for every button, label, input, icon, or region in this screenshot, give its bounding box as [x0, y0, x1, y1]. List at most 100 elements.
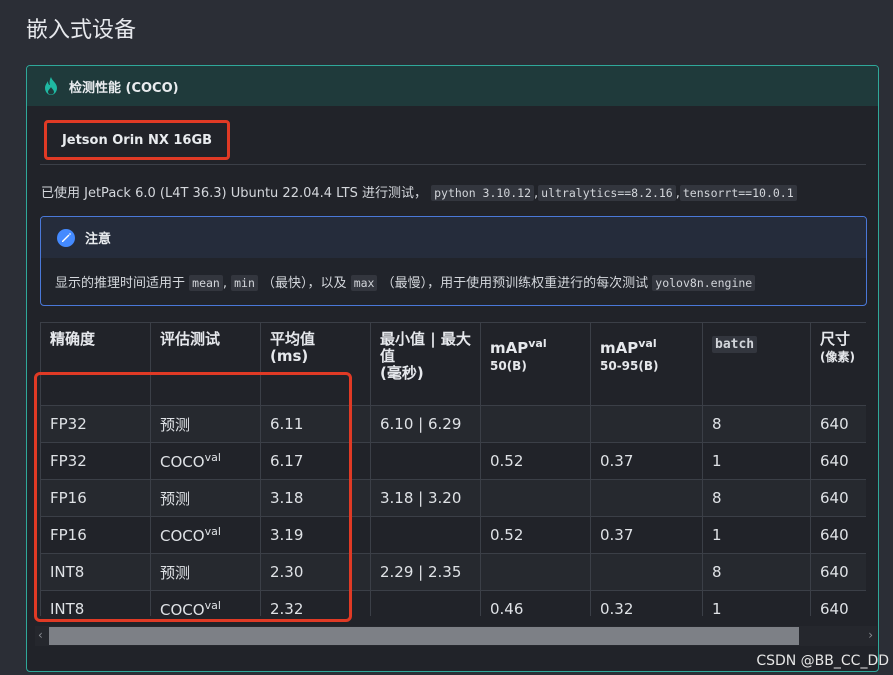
col-minmax-unit: (毫秒) [380, 364, 424, 382]
cell-minmax [370, 516, 481, 554]
cell-size: 640 [810, 442, 866, 480]
col-map50[interactable]: mAPval 50(B) [480, 322, 591, 406]
description-text: 已使用 JetPack 6.0 (L4T 36.3) Ubuntu 22.04.… [41, 186, 427, 201]
cell-eval: 预测 [150, 405, 261, 443]
cell-precision: INT8 [40, 553, 151, 591]
cell-precision: FP16 [40, 516, 151, 554]
pencil-icon [57, 228, 75, 247]
col-map5095-sup: val [638, 337, 657, 350]
max-code: max [350, 275, 378, 291]
coco-label: COCO [160, 453, 205, 471]
coco-sup: val [204, 599, 221, 612]
cell-size: 640 [810, 479, 866, 517]
note-text: 显示的推理时间适用于 [55, 276, 186, 291]
table-row: FP16 COCOval 3.19 0.52 0.37 1 640 [40, 516, 866, 554]
cell-precision: FP32 [40, 442, 151, 480]
note-admonition: 注意 显示的推理时间适用于 mean, min （最快），以及 max （最慢）… [40, 216, 867, 306]
cell-mean: 6.17 [260, 442, 371, 480]
cell-eval: COCOval [150, 516, 261, 554]
horizontal-scrollbar[interactable]: ‹ › [35, 626, 877, 646]
cell-map5095 [590, 405, 703, 443]
scroll-right-icon[interactable]: › [868, 628, 873, 642]
page-title: 嵌入式设备 [26, 18, 137, 43]
col-size[interactable]: 尺寸 (像素) [810, 322, 866, 406]
table-row: INT8 COCOval 2.32 0.46 0.32 1 640 [40, 590, 866, 616]
cell-map5095: 0.37 [590, 516, 703, 554]
card-title: 检测性能 (COCO) [69, 80, 179, 96]
tab-jetson-orin-nx[interactable]: Jetson Orin NX 16GB [44, 120, 230, 160]
col-minmax[interactable]: 最小值 | 最大值 (毫秒) [370, 322, 481, 406]
col-map5095[interactable]: mAPval 50-95(B) [590, 322, 703, 406]
scroll-thumb[interactable] [49, 627, 799, 645]
cell-eval: COCOval [150, 442, 261, 480]
col-mean[interactable]: 平均值 (ms) [260, 322, 371, 406]
col-batch[interactable]: batch [702, 322, 811, 406]
mean-code: mean [189, 275, 223, 291]
cell-mean: 3.19 [260, 516, 371, 554]
cell-minmax [370, 442, 481, 480]
note-title: 注意 [85, 232, 112, 247]
cell-batch: 1 [702, 590, 811, 616]
col-precision[interactable]: 精确度 [40, 322, 151, 406]
ultralytics-version-code: ultralytics==8.2.16 [538, 185, 676, 201]
coco-sup: val [204, 525, 221, 538]
tab-bar: Jetson Orin NX 16GB [40, 116, 866, 165]
coco-label: COCO [160, 527, 205, 545]
cell-map5095 [590, 479, 703, 517]
flame-icon [45, 77, 57, 95]
col-map50-label: mAP [490, 339, 529, 357]
col-batch-label: batch [712, 336, 758, 353]
cell-map5095: 0.37 [590, 442, 703, 480]
cell-batch: 1 [702, 516, 811, 554]
cell-map50 [480, 553, 591, 591]
coco-sup: val [204, 451, 221, 464]
min-code: min [231, 275, 258, 291]
cell-eval: 预测 [150, 553, 261, 591]
cell-mean: 6.11 [260, 405, 371, 443]
col-eval[interactable]: 评估测试 [150, 322, 261, 406]
cell-mean: 2.32 [260, 590, 371, 616]
cell-mean: 3.18 [260, 479, 371, 517]
coco-label: COCO [160, 601, 205, 616]
cell-minmax: 6.10 | 6.29 [370, 405, 481, 443]
cell-size: 640 [810, 553, 866, 591]
col-map5095-sub: 50-95(B) [600, 359, 659, 373]
detection-performance-card: 检测性能 (COCO) Jetson Orin NX 16GB 已使用 JetP… [26, 65, 879, 672]
benchmark-table: 精确度 评估测试 平均值 (ms) 最小值 | 最大值 (毫秒) mAPval 50(… [40, 322, 866, 616]
note-text: （最慢），用于使用预训练权重进行的每次测试 [381, 276, 649, 291]
note-body: 显示的推理时间适用于 mean, min （最快），以及 max （最慢），用于… [41, 258, 866, 291]
note-header: 注意 [41, 217, 866, 258]
cell-precision: FP32 [40, 405, 151, 443]
tensorrt-version-code: tensorrt==10.0.1 [679, 185, 797, 201]
cell-eval: COCOval [150, 590, 261, 616]
cell-batch: 8 [702, 405, 811, 443]
cell-precision: INT8 [40, 590, 151, 616]
cell-minmax [370, 590, 481, 616]
cell-map5095 [590, 553, 703, 591]
cell-map50: 0.52 [480, 442, 591, 480]
cell-minmax: 3.18 | 3.20 [370, 479, 481, 517]
cell-mean: 2.30 [260, 553, 371, 591]
cell-map5095: 0.32 [590, 590, 703, 616]
cell-precision: FP16 [40, 479, 151, 517]
card-header[interactable]: 检测性能 (COCO) [27, 66, 878, 106]
table-row: FP16 预测 3.18 3.18 | 3.20 8 640 [40, 479, 866, 517]
col-map50-sup: val [528, 337, 547, 350]
note-text: （最快），以及 [262, 276, 347, 291]
table-row: INT8 预测 2.30 2.29 | 2.35 8 640 [40, 553, 866, 591]
cell-batch: 8 [702, 553, 811, 591]
cell-batch: 8 [702, 479, 811, 517]
col-size-label: 尺寸 [820, 330, 851, 348]
table-row: FP32 预测 6.11 6.10 | 6.29 8 640 [40, 405, 866, 443]
scroll-left-icon[interactable]: ‹ [38, 628, 43, 642]
python-version-code: python 3.10.12 [431, 185, 535, 201]
col-mean-label: 平均值 [270, 330, 316, 348]
engine-code: yolov8n.engine [652, 275, 756, 291]
cell-minmax: 2.29 | 2.35 [370, 553, 481, 591]
cell-map50 [480, 479, 591, 517]
cell-map50: 0.46 [480, 590, 591, 616]
table-row: FP32 COCOval 6.17 0.52 0.37 1 640 [40, 442, 866, 480]
benchmark-table-wrapper[interactable]: 精确度 评估测试 平均值 (ms) 最小值 | 最大值 (毫秒) mAPval 50(… [40, 322, 866, 616]
col-map50-sub: 50(B) [490, 359, 527, 373]
cell-map50: 0.52 [480, 516, 591, 554]
